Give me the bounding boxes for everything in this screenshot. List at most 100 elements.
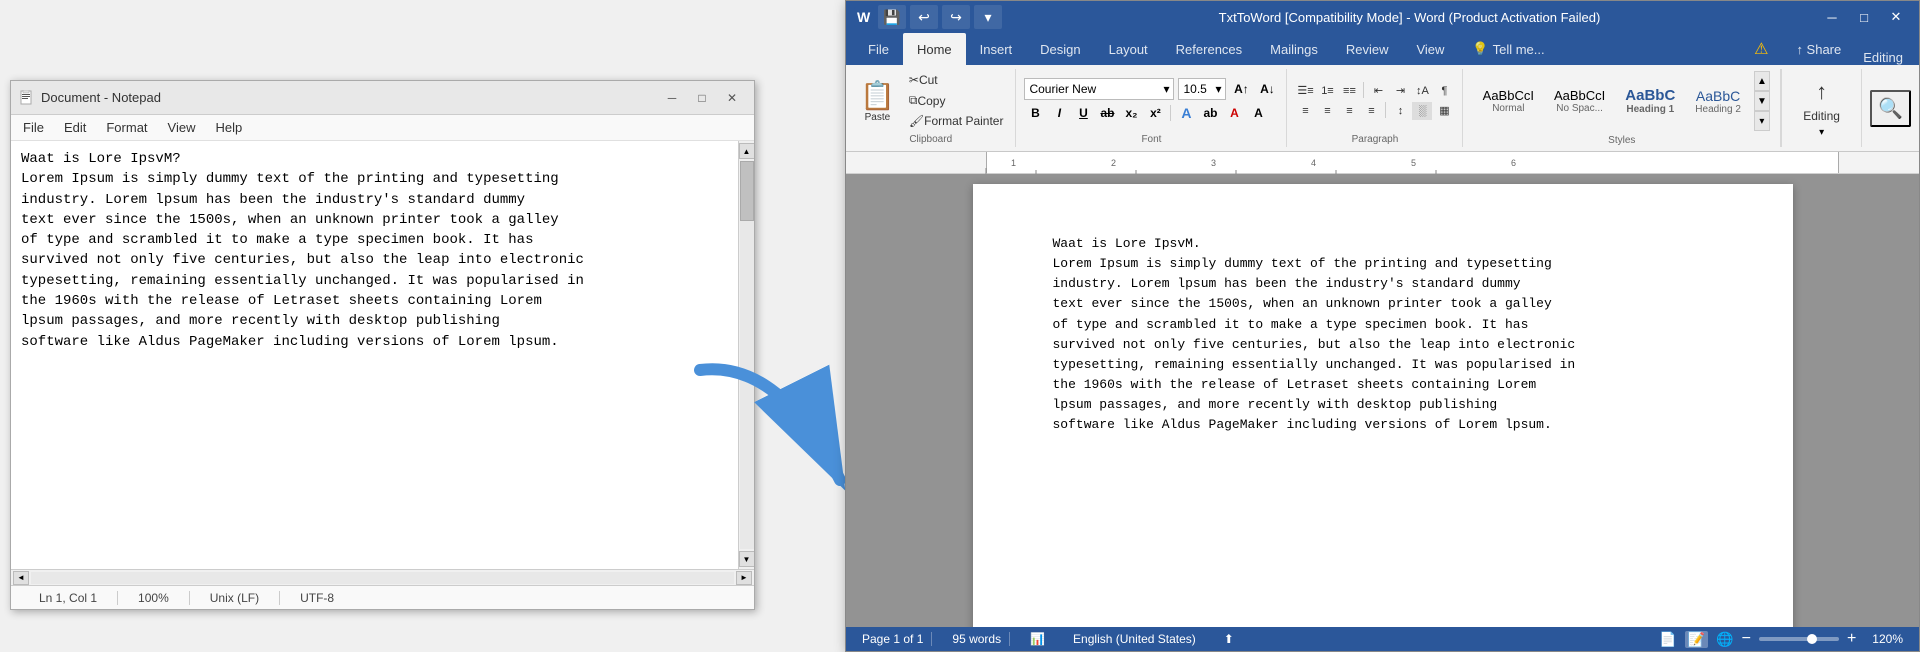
word-minimize-button[interactable]: ─ <box>1817 5 1847 29</box>
scroll-track-vertical[interactable] <box>740 161 754 549</box>
tab-review[interactable]: Review <box>1332 33 1403 65</box>
strikethrough-button[interactable]: ab <box>1096 103 1118 123</box>
italic-button[interactable]: I <box>1048 103 1070 123</box>
bold-button[interactable]: B <box>1024 103 1046 123</box>
para-separator1 <box>1363 82 1364 98</box>
redo-quick-access[interactable]: ↪ <box>942 5 970 29</box>
editing-dropdown[interactable]: ▾ <box>1819 127 1824 138</box>
undo-quick-access[interactable]: ↩ <box>910 5 938 29</box>
clear-formatting-button[interactable]: A <box>1247 103 1269 123</box>
align-right-button[interactable]: ≡ <box>1339 102 1359 120</box>
word-close-button[interactable]: ✕ <box>1881 5 1911 29</box>
highlight-button[interactable]: ab <box>1199 103 1221 123</box>
scroll-left-arrow[interactable]: ◄ <box>13 571 29 585</box>
scroll-up-arrow[interactable]: ▲ <box>739 143 755 159</box>
tab-home[interactable]: Home <box>903 33 966 65</box>
font-color-button[interactable]: A <box>1223 103 1245 123</box>
ribbon-group-search: 🔍 <box>1861 69 1919 147</box>
zoom-out-button[interactable]: − <box>1742 630 1751 648</box>
font-size-selector[interactable]: 10.5 ▾ <box>1178 78 1226 100</box>
font-name-row: Courier New ▾ 10.5 ▾ A↑ A↓ <box>1024 78 1278 100</box>
style-heading2[interactable]: AaBbC Heading 2 <box>1686 83 1750 120</box>
align-center-button[interactable]: ≡ <box>1317 102 1337 120</box>
shading-button[interactable]: ░ <box>1412 102 1432 120</box>
notepad-menu-format[interactable]: Format <box>98 118 155 137</box>
notepad-content-area: ▲ ▼ <box>11 141 754 569</box>
tab-tell-me[interactable]: 💡 Tell me... <box>1458 33 1558 65</box>
web-layout-button[interactable]: 🌐 <box>1716 631 1733 648</box>
superscript-button[interactable]: x² <box>1144 103 1166 123</box>
format-painter-icon: 🖌 <box>909 114 924 128</box>
styles-expand[interactable]: ▾ <box>1754 111 1770 131</box>
font-name-selector[interactable]: Courier New ▾ <box>1024 78 1174 100</box>
find-button[interactable]: 🔍 <box>1870 90 1911 127</box>
border-button[interactable]: ▦ <box>1434 102 1454 120</box>
format-painter-button[interactable]: 🖌 Format Painter <box>905 112 1008 130</box>
decrease-indent-button[interactable]: ⇤ <box>1368 82 1388 100</box>
scroll-thumb-vertical[interactable] <box>740 161 754 221</box>
editing-label: Editing <box>1863 50 1903 65</box>
copy-button[interactable]: ⧉ Copy <box>905 91 1008 110</box>
notepad-close-button[interactable]: ✕ <box>718 88 746 108</box>
zoom-percentage: 120% <box>1864 632 1911 646</box>
read-mode-button[interactable]: 📄 <box>1659 631 1676 648</box>
paste-button[interactable]: 📋 Paste <box>854 75 901 127</box>
tab-share[interactable]: ↑ Share <box>1782 33 1855 65</box>
increase-indent-button[interactable]: ⇥ <box>1390 82 1410 100</box>
notepad-menubar: File Edit Format View Help <box>11 115 754 141</box>
text-effects-button[interactable]: A <box>1175 103 1197 123</box>
notepad-menu-view[interactable]: View <box>160 118 204 137</box>
tab-layout[interactable]: Layout <box>1095 33 1162 65</box>
bullets-button[interactable]: ☰≡ <box>1295 82 1315 100</box>
line-spacing-button[interactable]: ↕ <box>1390 102 1410 120</box>
notepad-menu-file[interactable]: File <box>15 118 52 137</box>
size-dropdown-icon: ▾ <box>1215 82 1221 96</box>
sort-button[interactable]: ↕A <box>1412 82 1432 100</box>
scroll-down-arrow[interactable]: ▼ <box>739 551 755 567</box>
cut-button[interactable]: ✂ Cut <box>905 71 1008 89</box>
alignment-buttons-row: ≡ ≡ ≡ ≡ ↕ ░ ▦ <box>1295 102 1454 120</box>
style-normal[interactable]: AaBbCcI Normal <box>1474 83 1543 119</box>
increase-font-button[interactable]: A↑ <box>1230 79 1252 99</box>
tab-view[interactable]: View <box>1402 33 1458 65</box>
notepad-window: Document - Notepad ─ □ ✕ File Edit Forma… <box>10 80 755 610</box>
font-dropdown-icon: ▾ <box>1163 82 1169 96</box>
tab-mailings[interactable]: Mailings <box>1256 33 1332 65</box>
styles-scroll-up[interactable]: ▲ <box>1754 71 1770 91</box>
style-heading1[interactable]: AaBbC Heading 1 <box>1616 82 1684 120</box>
style-no-spacing[interactable]: AaBbCcI No Spac... <box>1545 83 1614 119</box>
tab-insert[interactable]: Insert <box>966 33 1027 65</box>
notepad-menu-help[interactable]: Help <box>207 118 250 137</box>
save-quick-access[interactable]: 💾 <box>878 5 906 29</box>
tab-file[interactable]: File <box>854 33 903 65</box>
word-maximize-button[interactable]: □ <box>1849 5 1879 29</box>
notepad-minimize-button[interactable]: ─ <box>658 88 686 108</box>
para-separator2 <box>1385 102 1386 118</box>
tab-design[interactable]: Design <box>1026 33 1094 65</box>
notepad-horizontal-scrollbar[interactable]: ◄ ► <box>11 569 754 585</box>
show-formatting-button[interactable]: ¶ <box>1434 82 1454 100</box>
scroll-right-arrow[interactable]: ► <box>736 571 752 585</box>
word-page: Waat is Lore IpsvM. Lorem Ipsum is simpl… <box>973 184 1793 627</box>
notepad-maximize-button[interactable]: □ <box>688 88 716 108</box>
editing-mode-indicator: ↑ Editing <box>1855 50 1911 65</box>
scroll-track-horizontal[interactable] <box>31 572 734 584</box>
customize-quick-access[interactable]: ▾ <box>974 5 1002 29</box>
align-left-button[interactable]: ≡ <box>1295 102 1315 120</box>
subscript-button[interactable]: x₂ <box>1120 103 1142 123</box>
print-layout-button[interactable]: 📝 <box>1685 631 1708 648</box>
justify-button[interactable]: ≡ <box>1361 102 1381 120</box>
decrease-font-button[interactable]: A↓ <box>1256 79 1278 99</box>
styles-scroll-down[interactable]: ▼ <box>1754 91 1770 111</box>
tab-references[interactable]: References <box>1162 33 1256 65</box>
notepad-vertical-scrollbar[interactable]: ▲ ▼ <box>738 141 754 569</box>
numbering-button[interactable]: 1≡ <box>1317 82 1337 100</box>
zoom-in-button[interactable]: + <box>1847 630 1856 648</box>
word-document-area[interactable]: Waat is Lore IpsvM. Lorem Ipsum is simpl… <box>846 174 1919 627</box>
underline-button[interactable]: U <box>1072 103 1094 123</box>
zoom-slider[interactable] <box>1759 637 1839 641</box>
notepad-text-editor[interactable] <box>11 141 738 569</box>
multilevel-list-button[interactable]: ≡≡ <box>1339 82 1359 100</box>
notepad-menu-edit[interactable]: Edit <box>56 118 94 137</box>
notepad-window-controls: ─ □ ✕ <box>658 88 746 108</box>
